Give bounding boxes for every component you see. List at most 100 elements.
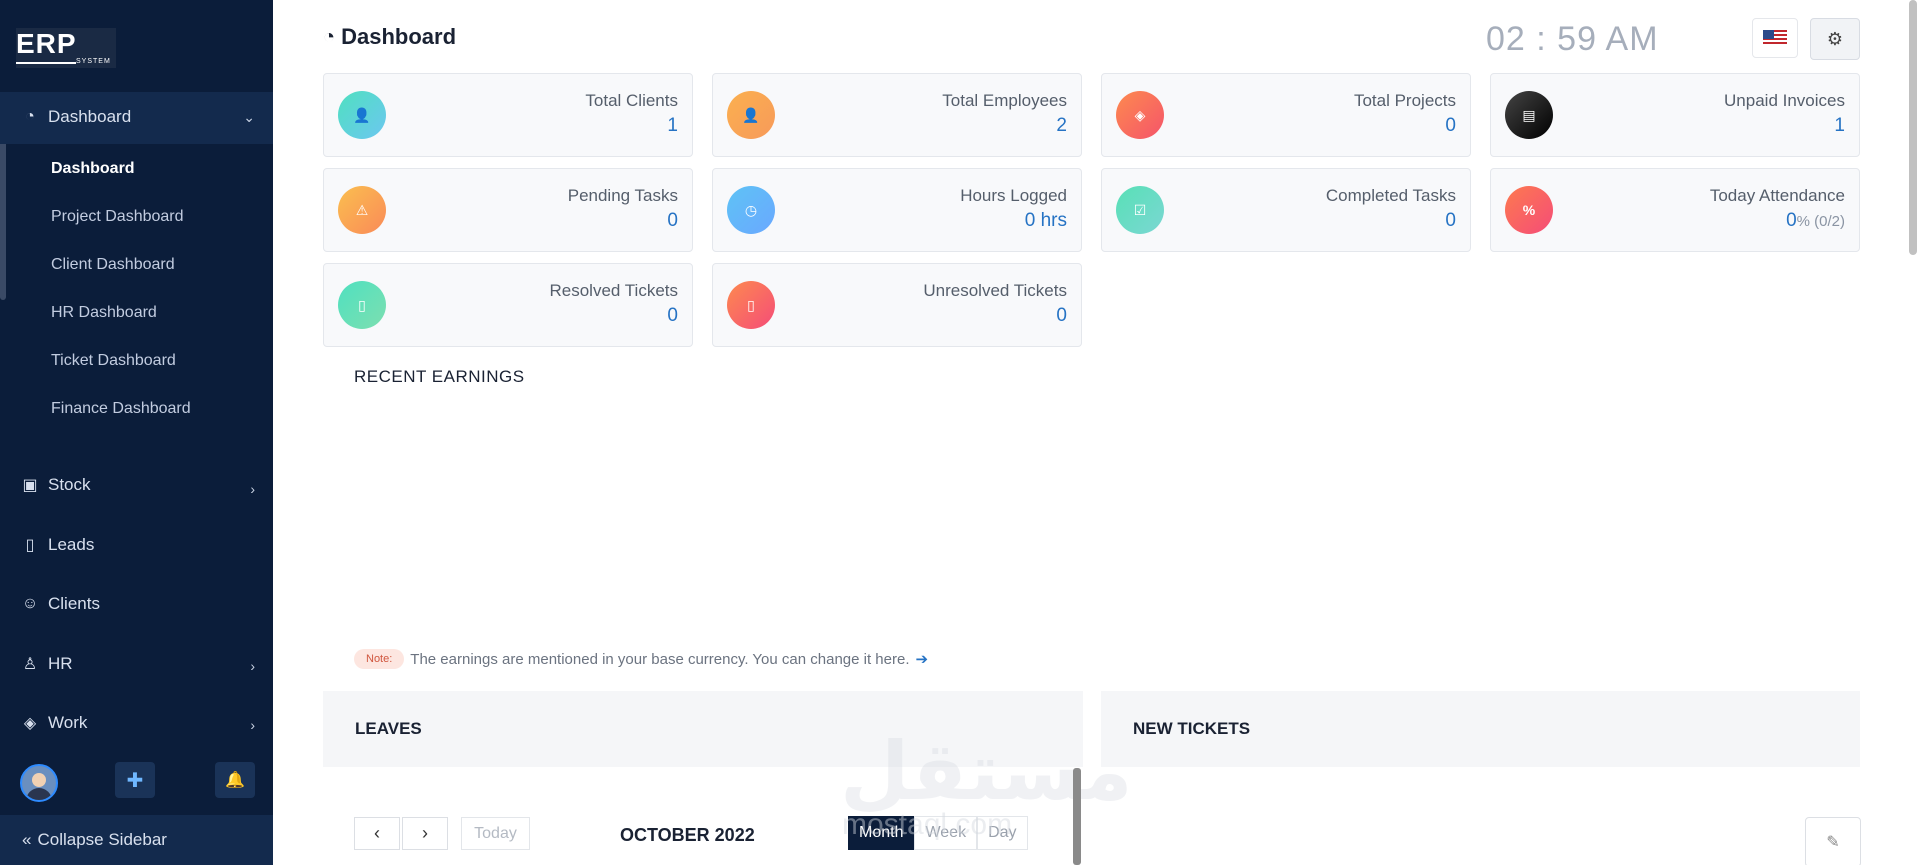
card-value-number: 0 xyxy=(667,210,678,231)
total-projects-card[interactable]: ◈ Total Projects 0 xyxy=(1101,73,1471,157)
card-value-number: 2 xyxy=(1056,115,1067,136)
calendar-today-button[interactable]: Today xyxy=(461,817,530,850)
card-label: Unpaid Invoices xyxy=(1724,91,1845,110)
main-content: ◔ Dashboard 02 : 59 AM ⚙ 👤 Total Clients 1… xyxy=(273,0,1917,865)
user-icon: 👤 xyxy=(338,91,386,139)
us-flag-icon xyxy=(1763,30,1787,46)
sidebar-item-clients[interactable]: ☺ Clients xyxy=(20,594,100,614)
resolved-tickets-card[interactable]: ▯ Resolved Tickets 0 xyxy=(323,263,693,347)
sidebar-item-label: Stock xyxy=(48,475,91,494)
add-button[interactable]: ✚ xyxy=(115,762,155,798)
calendar-next-button[interactable]: › xyxy=(402,817,448,850)
logo[interactable]: ERP SYSTEM xyxy=(16,28,116,68)
sidebar-item-hr[interactable]: ♙ HR xyxy=(20,654,73,674)
file-icon: ▯ xyxy=(25,537,35,554)
card-value: 0 hrs xyxy=(1025,210,1067,232)
chevron-right-icon: › xyxy=(250,658,255,674)
avatar[interactable] xyxy=(20,764,58,802)
layers-icon: ◈ xyxy=(1116,91,1164,139)
sidebar-subitem-hr-dashboard[interactable]: HR Dashboard xyxy=(51,304,157,322)
gear-icon: ⚙ xyxy=(1826,28,1844,49)
invoice-icon: ▤ xyxy=(1505,91,1553,139)
card-value-detail: % (0/2) xyxy=(1796,213,1845,230)
clock: 02 : 59 AM xyxy=(1486,20,1659,58)
card-label: Resolved Tickets xyxy=(549,281,679,300)
card-value: 0 xyxy=(667,210,678,232)
unresolved-tickets-card[interactable]: ▯ Unresolved Tickets 0 xyxy=(712,263,1082,347)
ticket-icon: ▯ xyxy=(338,281,386,329)
watermark-text: mostaql.com xyxy=(842,808,1013,841)
logo-divider xyxy=(16,62,76,64)
sidebar-item-stock[interactable]: ▣ Stock xyxy=(20,475,91,495)
logo-subtext: SYSTEM xyxy=(76,58,111,65)
money-icon: ▣ xyxy=(22,477,38,494)
card-label: Pending Tasks xyxy=(567,186,678,205)
hours-logged-card[interactable]: ◷ Hours Logged 0 hrs xyxy=(712,168,1082,252)
sidebar-subitem-client-dashboard[interactable]: Client Dashboard xyxy=(51,256,175,274)
card-value-number: 0 xyxy=(1445,210,1456,231)
edit-button[interactable]: ✎ xyxy=(1805,817,1861,865)
notifications-button[interactable]: 🔔 xyxy=(215,762,255,798)
clients-icon: ☺ xyxy=(21,595,39,612)
sidebar-item-dashboard-inner: ◔ Dashboard xyxy=(20,107,131,127)
note-text[interactable]: The earnings are mentioned in your base … xyxy=(410,651,909,668)
total-clients-card[interactable]: 👤 Total Clients 1 xyxy=(323,73,693,157)
card-value-number: 1 xyxy=(667,115,678,136)
unpaid-invoices-card[interactable]: ▤ Unpaid Invoices 1 xyxy=(1490,73,1860,157)
sidebar-item-label: HR xyxy=(48,654,73,673)
page-title: ◔ Dashboard xyxy=(323,24,456,50)
sidebar-item-dashboard[interactable]: ◔ Dashboard ⌄ xyxy=(0,92,273,144)
plus-icon: ✚ xyxy=(126,769,144,792)
avatar-head xyxy=(32,773,46,787)
card-label: Today Attendance xyxy=(1709,186,1845,205)
today-attendance-card[interactable]: % Today Attendance 0% (0/2) xyxy=(1490,168,1860,252)
ticket-icon: ▯ xyxy=(727,281,775,329)
percent-icon: % xyxy=(1505,186,1553,234)
gauge-icon: ◔ xyxy=(25,108,35,125)
person-icon: ♙ xyxy=(22,656,38,673)
total-employees-card[interactable]: 👤 Total Employees 2 xyxy=(712,73,1082,157)
completed-tasks-card[interactable]: ☑ Completed Tasks 0 xyxy=(1101,168,1471,252)
page-title-text: Dashboard xyxy=(341,24,457,49)
settings-button[interactable]: ⚙ xyxy=(1810,18,1860,60)
new-tickets-title: NEW TICKETS xyxy=(1133,719,1251,738)
sidebar-subitem-finance-dashboard[interactable]: Finance Dashboard xyxy=(51,400,191,418)
card-value-number: 0 xyxy=(1056,305,1067,326)
note-tag: Note: xyxy=(354,649,405,669)
sidebar-subitem-ticket-dashboard[interactable]: Ticket Dashboard xyxy=(51,352,176,370)
sidebar-item-label: Work xyxy=(48,713,88,732)
card-value: 0% (0/2) xyxy=(1786,210,1845,232)
leaves-title: LEAVES xyxy=(355,719,422,738)
collapse-sidebar-button[interactable]: « Collapse Sidebar xyxy=(0,815,273,865)
card-value: 1 xyxy=(1834,115,1845,137)
sidebar-item-leads[interactable]: ▯ Leads xyxy=(20,535,95,555)
edit-icon: ✎ xyxy=(1826,834,1840,851)
page-scrollbar[interactable] xyxy=(1909,0,1917,255)
double-chevron-left-icon: « xyxy=(22,830,32,849)
earnings-note: Note: The earnings are mentioned in your… xyxy=(354,649,928,669)
bell-icon: 🔔 xyxy=(225,772,245,789)
card-value: 0 xyxy=(667,305,678,327)
check-icon: ☑ xyxy=(1116,186,1164,234)
chevron-right-icon: › xyxy=(250,481,255,497)
card-value-number: 0 xyxy=(667,305,678,326)
card-label: Total Projects xyxy=(1353,91,1456,110)
sidebar-subitem-project-dashboard[interactable]: Project Dashboard xyxy=(51,208,184,226)
sidebar-subitem-dashboard[interactable]: Dashboard xyxy=(51,160,135,178)
card-value-number: 0 xyxy=(1445,115,1456,136)
sidebar-item-label: Leads xyxy=(48,535,95,554)
card-label: Total Employees xyxy=(942,91,1067,110)
collapse-sidebar-label: Collapse Sidebar xyxy=(37,830,167,849)
card-label: Completed Tasks xyxy=(1325,186,1456,205)
arrow-right-icon[interactable]: ➔ xyxy=(916,650,929,668)
sidebar-item-work[interactable]: ◈ Work xyxy=(20,713,88,733)
calendar-prev-button[interactable]: ‹ xyxy=(354,817,400,850)
panel-scrollbar[interactable] xyxy=(1073,768,1081,865)
layers-icon: ◈ xyxy=(23,715,37,732)
calendar-month-title: OCTOBER 2022 xyxy=(620,825,755,845)
language-button[interactable] xyxy=(1752,18,1798,58)
sidebar-item-label: Dashboard xyxy=(48,107,132,126)
card-value: 0 xyxy=(1445,210,1456,232)
logo-text: ERP xyxy=(16,28,77,59)
pending-tasks-card[interactable]: ⚠ Pending Tasks 0 xyxy=(323,168,693,252)
